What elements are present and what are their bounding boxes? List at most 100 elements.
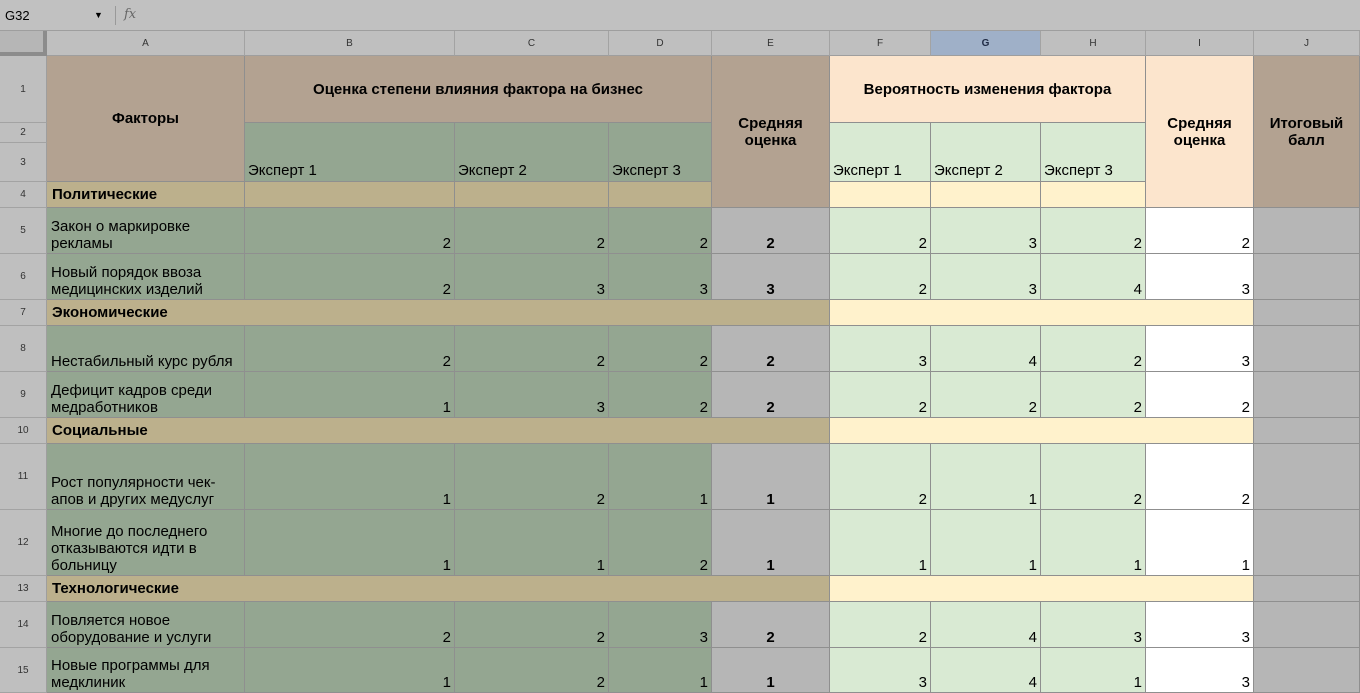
impact-expert-2[interactable]: 1 <box>455 510 609 576</box>
cell-f4[interactable] <box>830 182 931 208</box>
prob-expert-3[interactable]: 2 <box>1041 372 1146 418</box>
column-header-d[interactable]: D <box>609 31 712 56</box>
total-score[interactable] <box>1254 254 1360 300</box>
factor-name[interactable]: Новый порядок ввоза медицинских изделий <box>47 254 245 300</box>
impact-expert-3[interactable]: 1 <box>609 444 712 510</box>
cell-h4[interactable] <box>1041 182 1146 208</box>
average-impact[interactable]: 1 <box>712 510 830 576</box>
prob-expert-2[interactable]: 4 <box>931 648 1041 693</box>
impact-expert-3[interactable]: 3 <box>609 254 712 300</box>
category-band-total[interactable] <box>1254 418 1360 444</box>
prob-expert-3[interactable]: 2 <box>1041 326 1146 372</box>
prob-expert-1[interactable]: 2 <box>830 444 931 510</box>
row-header-15[interactable]: 15 <box>0 648 47 693</box>
average-impact[interactable]: 2 <box>712 372 830 418</box>
average-impact[interactable]: 2 <box>712 208 830 254</box>
row-header-13[interactable]: 13 <box>0 576 47 602</box>
prob-expert-1[interactable]: 1 <box>830 510 931 576</box>
category-economic[interactable]: Экономические <box>47 300 830 326</box>
prob-expert-1[interactable]: 3 <box>830 326 931 372</box>
cell-c4[interactable] <box>455 182 609 208</box>
average-probability[interactable]: 3 <box>1146 326 1254 372</box>
prob-expert-3[interactable]: 2 <box>1041 444 1146 510</box>
prob-expert-2[interactable]: 3 <box>931 208 1041 254</box>
total-score[interactable] <box>1254 326 1360 372</box>
total-score[interactable] <box>1254 208 1360 254</box>
average-probability[interactable]: 2 <box>1146 444 1254 510</box>
impact-expert-3[interactable]: 2 <box>609 326 712 372</box>
prob-expert-2[interactable]: 2 <box>931 372 1041 418</box>
prob-expert-2[interactable]: 1 <box>931 444 1041 510</box>
header-factors[interactable]: Факторы <box>47 56 245 182</box>
formula-input[interactable] <box>150 4 1360 28</box>
column-header-i[interactable]: I <box>1146 31 1254 56</box>
factor-name[interactable]: Многие до последнего отказываются идти в… <box>47 510 245 576</box>
impact-expert-2[interactable]: 2 <box>455 648 609 693</box>
impact-expert-3[interactable]: 2 <box>609 510 712 576</box>
category-band-total[interactable] <box>1254 576 1360 602</box>
column-header-c[interactable]: C <box>455 31 609 56</box>
row-header-14[interactable]: 14 <box>0 602 47 648</box>
prob-expert-1[interactable]: 2 <box>830 372 931 418</box>
cell-d4[interactable] <box>609 182 712 208</box>
header-impact-title[interactable]: Оценка степени влияния фактора на бизнес <box>245 56 712 123</box>
impact-expert-2[interactable]: 2 <box>455 326 609 372</box>
total-score[interactable] <box>1254 602 1360 648</box>
factor-name[interactable]: Закон о маркировке рекламы <box>47 208 245 254</box>
header-impact-expert-1[interactable]: Эксперт 1 <box>245 123 455 182</box>
row-header-9[interactable]: 9 <box>0 372 47 418</box>
impact-expert-1[interactable]: 1 <box>245 648 455 693</box>
average-probability[interactable]: 2 <box>1146 372 1254 418</box>
impact-expert-1[interactable]: 2 <box>245 326 455 372</box>
header-prob-expert-2[interactable]: Эксперт 2 <box>931 123 1041 182</box>
factor-name[interactable]: Новые программы для медклиник <box>47 648 245 693</box>
impact-expert-1[interactable]: 1 <box>245 372 455 418</box>
total-score[interactable] <box>1254 510 1360 576</box>
row-header-6[interactable]: 6 <box>0 254 47 300</box>
impact-expert-1[interactable]: 2 <box>245 208 455 254</box>
prob-expert-2[interactable]: 4 <box>931 326 1041 372</box>
impact-expert-1[interactable]: 1 <box>245 510 455 576</box>
header-impact-expert-3[interactable]: Эксперт 3 <box>609 123 712 182</box>
prob-expert-3[interactable]: 3 <box>1041 602 1146 648</box>
header-average-impact[interactable]: Средняя оценка <box>712 56 830 208</box>
row-header-3[interactable]: 3 <box>0 143 47 182</box>
prob-expert-3[interactable]: 1 <box>1041 648 1146 693</box>
total-score[interactable] <box>1254 648 1360 693</box>
factor-name[interactable]: Дефицит кадров среди медработников <box>47 372 245 418</box>
category-technological[interactable]: Технологические <box>47 576 830 602</box>
cell-b4[interactable] <box>245 182 455 208</box>
impact-expert-3[interactable]: 3 <box>609 602 712 648</box>
column-header-f[interactable]: F <box>830 31 931 56</box>
column-header-a[interactable]: A <box>47 31 245 56</box>
cell-g4[interactable] <box>931 182 1041 208</box>
impact-expert-3[interactable]: 2 <box>609 372 712 418</box>
prob-expert-1[interactable]: 2 <box>830 602 931 648</box>
total-score[interactable] <box>1254 444 1360 510</box>
row-header-7[interactable]: 7 <box>0 300 47 326</box>
average-probability[interactable]: 1 <box>1146 510 1254 576</box>
row-header-8[interactable]: 8 <box>0 326 47 372</box>
header-prob-expert-1[interactable]: Эксперт 1 <box>830 123 931 182</box>
category-band[interactable] <box>830 300 1254 326</box>
factor-name[interactable]: Повляется новое оборудование и услуги <box>47 602 245 648</box>
prob-expert-1[interactable]: 2 <box>830 208 931 254</box>
impact-expert-1[interactable]: 1 <box>245 444 455 510</box>
header-average-probability[interactable]: Средняя оценка <box>1146 56 1254 208</box>
average-impact[interactable]: 1 <box>712 444 830 510</box>
total-score[interactable] <box>1254 372 1360 418</box>
impact-expert-1[interactable]: 2 <box>245 254 455 300</box>
impact-expert-2[interactable]: 3 <box>455 372 609 418</box>
row-header-1[interactable]: 1 <box>0 56 47 123</box>
prob-expert-3[interactable]: 1 <box>1041 510 1146 576</box>
row-header-5[interactable]: 5 <box>0 208 47 254</box>
chevron-down-icon[interactable]: ▼ <box>94 10 103 20</box>
category-band-total[interactable] <box>1254 300 1360 326</box>
prob-expert-2[interactable]: 1 <box>931 510 1041 576</box>
average-impact[interactable]: 1 <box>712 648 830 693</box>
average-impact[interactable]: 3 <box>712 254 830 300</box>
average-probability[interactable]: 2 <box>1146 208 1254 254</box>
column-header-b[interactable]: B <box>245 31 455 56</box>
prob-expert-2[interactable]: 4 <box>931 602 1041 648</box>
row-header-11[interactable]: 11 <box>0 444 47 510</box>
